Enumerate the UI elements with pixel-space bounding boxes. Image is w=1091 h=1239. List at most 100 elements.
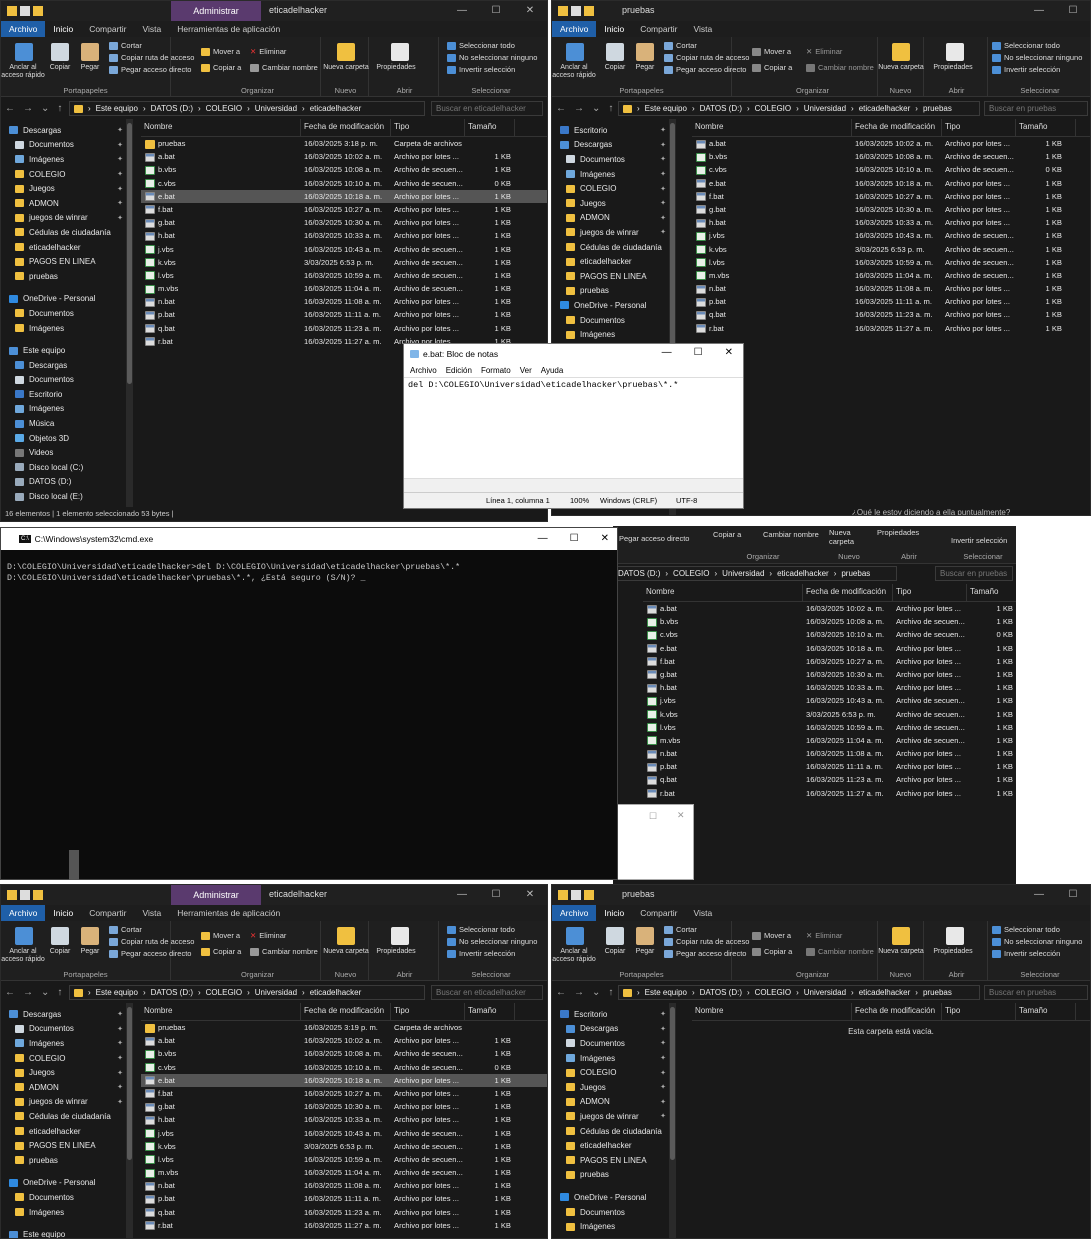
nav-item[interactable]: Escritorio ✦ xyxy=(552,1007,676,1022)
breadcrumb-item[interactable]: pruebas xyxy=(841,569,870,578)
maximize-button[interactable]: ☐ xyxy=(649,811,657,822)
new-folder-icon[interactable] xyxy=(33,890,43,900)
nav-item[interactable]: Imágenes ✦ xyxy=(552,167,676,182)
column-date[interactable]: Fecha de modificación xyxy=(852,1003,942,1021)
copy-path-button[interactable]: Copiar ruta de acceso xyxy=(109,53,194,62)
nav-item[interactable]: juegos de winrar ✦ xyxy=(552,225,676,240)
file-row[interactable]: q.bat 16/03/2025 11:23 a. m. Archivo por l… xyxy=(141,322,547,335)
nav-item[interactable]: Este equipo xyxy=(1,343,133,358)
column-name[interactable]: Nombre xyxy=(692,1003,852,1021)
file-row[interactable]: p.bat 16/03/2025 11:11 a. m. Archivo por l… xyxy=(141,1192,547,1205)
column-type[interactable]: Tipo xyxy=(391,1003,465,1021)
pin-icon[interactable]: ✦ xyxy=(660,155,666,163)
nav-item[interactable]: Escritorio xyxy=(1,387,133,402)
paste-shortcut-button[interactable]: Pegar acceso directo xyxy=(109,65,191,74)
nav-item[interactable]: Este equipo xyxy=(1,1227,133,1238)
breadcrumb-item[interactable]: DATOS (D:) xyxy=(700,104,742,113)
address-bar[interactable]: › Este equipo › DATOS (D:) › COLEGIO › Univ… xyxy=(618,985,980,1000)
file-row[interactable]: c.vbs 16/03/2025 10:10 a. m. Archivo de se… xyxy=(692,163,1090,176)
paste-button[interactable]: Pegar xyxy=(630,948,660,956)
file-row[interactable]: q.bat 16/03/2025 11:23 a. m. Archivo por l… xyxy=(141,1206,547,1219)
nav-item[interactable]: OneDrive - Personal xyxy=(1,1176,133,1191)
paste-shortcut-button[interactable]: Pegar acceso directo xyxy=(619,534,689,543)
copy-button[interactable]: Copiar xyxy=(45,948,75,956)
new-folder-icon[interactable] xyxy=(337,927,355,945)
file-row[interactable]: b.vbs 16/03/2025 10:08 a. m. Archivo de se… xyxy=(692,150,1090,163)
copy-to-button[interactable]: Copiar a xyxy=(201,947,241,956)
pin-icon[interactable]: ✦ xyxy=(117,126,123,134)
nav-item[interactable]: Descargas ✦ xyxy=(1,123,133,138)
column-size[interactable]: Tamaño xyxy=(465,1003,515,1021)
file-row[interactable]: e.bat 16/03/2025 10:18 a. m. Archivo por l… xyxy=(141,189,547,203)
properties-button[interactable]: Propiedades xyxy=(926,64,980,72)
up-arrow-icon[interactable]: ↑ xyxy=(53,987,66,998)
nav-item[interactable]: Imágenes xyxy=(552,1219,676,1234)
close-button[interactable]: ✕ xyxy=(725,347,733,358)
move-to-button[interactable]: Mover a xyxy=(752,47,791,56)
nav-item[interactable]: Imágenes xyxy=(1,321,133,336)
delete-button[interactable]: ✕ Eliminar xyxy=(806,47,842,56)
maximize-button[interactable]: ☐ xyxy=(570,533,579,544)
title-bar[interactable]: pruebas — ☐ xyxy=(552,1,1090,21)
tab-share[interactable]: Compartir xyxy=(632,21,685,37)
file-row[interactable]: j.vbs 16/03/2025 10:43 a. m. Archivo de se… xyxy=(692,229,1090,242)
file-row[interactable]: h.bat 16/03/2025 10:33 a. m. Archivo por l… xyxy=(692,216,1090,229)
pin-icon[interactable] xyxy=(15,43,33,61)
new-folder-icon[interactable] xyxy=(892,43,910,61)
nav-item[interactable]: COLEGIO ✦ xyxy=(1,167,133,182)
column-date[interactable]: Fecha de modificación xyxy=(803,584,893,602)
column-date[interactable]: Fecha de modificación xyxy=(852,119,942,137)
minimize-button[interactable]: — xyxy=(1022,1,1056,21)
properties-icon[interactable] xyxy=(20,6,30,16)
file-row[interactable]: h.bat 16/03/2025 10:33 a. m. Archivo por l… xyxy=(643,681,1016,694)
tab-home[interactable]: Inicio xyxy=(596,21,632,37)
nav-item[interactable]: Descargas ✦ xyxy=(552,1022,676,1037)
move-to-button[interactable]: Mover a xyxy=(752,931,791,940)
cut-button[interactable]: Cortar xyxy=(109,41,142,50)
forward-arrow-icon[interactable]: → xyxy=(570,987,588,998)
new-folder-button[interactable]: Nueva carpeta xyxy=(878,948,924,956)
select-none-button[interactable]: No seleccionar ninguno xyxy=(447,53,537,62)
column-type[interactable]: Tipo xyxy=(893,584,967,602)
paste-shortcut-button[interactable]: Pegar acceso directo xyxy=(109,949,191,958)
nav-item[interactable]: Documentos ✦ xyxy=(552,1036,676,1051)
tab-file[interactable]: Archivo xyxy=(552,21,597,37)
nav-item[interactable]: Documentos ✦ xyxy=(1,138,133,153)
breadcrumb-item[interactable]: eticadelhacker xyxy=(777,569,829,578)
nav-item[interactable]: OneDrive - Personal xyxy=(1,292,133,307)
select-all-button[interactable]: Seleccionar todo xyxy=(992,41,1060,50)
nav-item[interactable]: Descargas ✦ xyxy=(1,1007,133,1022)
pin-icon[interactable]: ✦ xyxy=(117,1025,123,1033)
title-bar[interactable]: e.bat: Bloc de notas — ☐ ✕ xyxy=(404,344,743,364)
select-all-button[interactable]: Seleccionar todo xyxy=(447,925,515,934)
nav-item[interactable]: Documentos xyxy=(1,1190,133,1205)
breadcrumb-item[interactable]: COLEGIO xyxy=(755,104,791,113)
file-row[interactable]: l.vbs 16/03/2025 10:59 a. m. Archivo de se… xyxy=(141,1153,547,1166)
file-row[interactable]: m.vbs 16/03/2025 11:04 a. m. Archivo de se… xyxy=(643,734,1016,747)
nav-item[interactable]: Juegos ✦ xyxy=(1,181,133,196)
new-folder-icon[interactable] xyxy=(337,43,355,61)
pin-icon[interactable]: ✦ xyxy=(117,214,123,222)
file-row[interactable]: n.bat 16/03/2025 11:08 a. m. Archivo por l… xyxy=(643,747,1016,760)
pin-icon[interactable]: ✦ xyxy=(660,1098,666,1106)
breadcrumb-item[interactable]: eticadelhacker xyxy=(859,988,911,997)
file-list[interactable]: Nombre Fecha de modificación Tipo Tamaño… xyxy=(141,1003,547,1238)
vertical-scrollbar[interactable] xyxy=(126,1003,133,1238)
file-row[interactable]: b.vbs 16/03/2025 10:08 a. m. Archivo de se… xyxy=(141,1047,547,1060)
pin-icon[interactable]: ✦ xyxy=(660,228,666,236)
tab-share[interactable]: Compartir xyxy=(81,21,134,37)
nav-item[interactable]: Cédulas de ciudadanía xyxy=(552,240,676,255)
menu-view[interactable]: Ver xyxy=(520,364,532,377)
file-row[interactable]: m.vbs 16/03/2025 11:04 a. m. Archivo de se… xyxy=(141,1166,547,1179)
column-name[interactable]: Nombre xyxy=(141,119,301,137)
file-row[interactable]: f.bat 16/03/2025 10:27 a. m. Archivo por l… xyxy=(141,1087,547,1100)
nav-item[interactable]: ADMON ✦ xyxy=(552,211,676,226)
file-row[interactable]: r.bat 16/03/2025 11:27 a. m. Archivo por l… xyxy=(643,787,1016,800)
pin-icon[interactable]: ✦ xyxy=(660,126,666,134)
file-row[interactable]: l.vbs 16/03/2025 10:59 a. m. Archivo de se… xyxy=(141,269,547,282)
properties-button[interactable]: Propiedades xyxy=(926,948,980,956)
file-row[interactable]: q.bat 16/03/2025 11:23 a. m. Archivo por l… xyxy=(692,308,1090,321)
nav-item[interactable]: eticadelhacker xyxy=(1,1124,133,1139)
new-folder-icon[interactable] xyxy=(584,890,594,900)
select-none-button[interactable]: No seleccionar ninguno xyxy=(447,937,537,946)
